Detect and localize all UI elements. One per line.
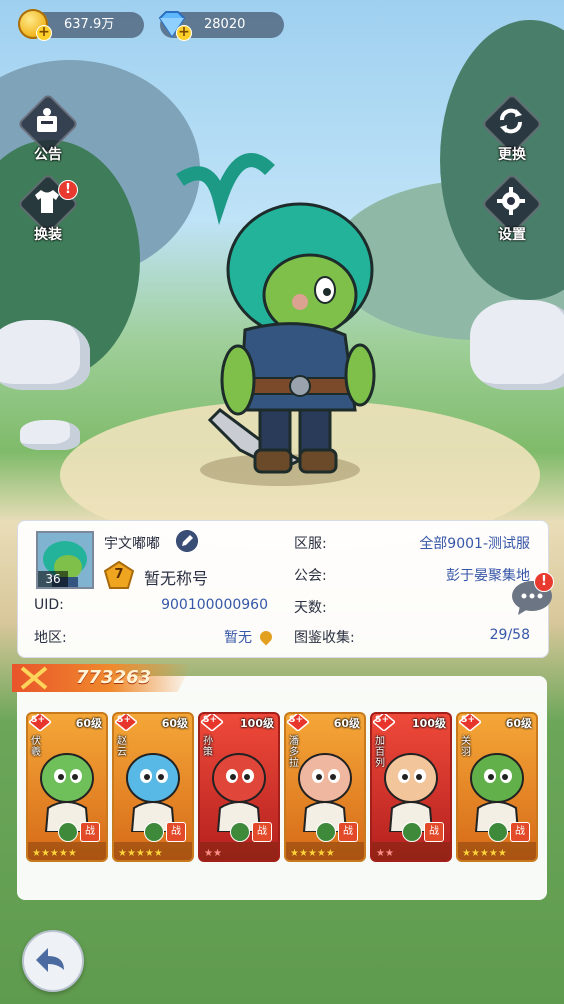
hero-level: 60级	[75, 717, 102, 730]
element-icon	[230, 822, 250, 842]
rarity-label: S+	[31, 715, 46, 725]
hero-card[interactable]: S+ 60级伏羲战 ★★★★★	[26, 712, 108, 862]
element-icon	[144, 822, 164, 842]
player-name: 宇文嘟嘟	[104, 536, 160, 552]
change-button[interactable]: 更换	[480, 92, 544, 164]
region-value: 暂无	[224, 630, 252, 646]
battle-badge: 战	[166, 822, 186, 842]
hero-level: 60级	[333, 717, 360, 730]
hero-card[interactable]: S+ 100级加百列战 ★★	[370, 712, 452, 862]
battle-badge: 战	[424, 822, 444, 842]
region-label: 地区:	[34, 630, 67, 646]
hero-card[interactable]: S+ 60级关羽战 ★★★★★	[456, 712, 538, 862]
codex-label: 图鉴收集:	[294, 630, 355, 646]
announcement-button[interactable]: 公告	[16, 92, 80, 164]
element-icon	[402, 822, 422, 842]
hero-stars: ★★	[204, 848, 222, 859]
dress-up-alert-badge: !	[58, 180, 78, 200]
server-label: 区服:	[294, 536, 327, 552]
hero-stars: ★★★★★	[290, 848, 335, 859]
change-label: 更换	[498, 147, 526, 163]
hero-level: 100级	[412, 717, 446, 730]
battle-badge: 战	[338, 822, 358, 842]
uid-value: 900100000960	[161, 597, 268, 613]
announcement-icon	[37, 108, 57, 132]
combat-power: 773263	[12, 664, 192, 692]
add-gems-icon[interactable]: +	[176, 25, 192, 41]
profile-screen: + 637.9万 + 28020 公告 ! 换装 更换 设置 36 宇文嘟嘟 7…	[0, 0, 564, 1004]
avatar[interactable]: 36	[36, 531, 94, 589]
gear-icon	[497, 187, 525, 215]
back-button[interactable]	[22, 930, 84, 992]
hero-card[interactable]: S+ 60级赵云战 ★★★★★	[112, 712, 194, 862]
edit-icon[interactable]	[176, 530, 198, 552]
hero-name: 关羽	[461, 736, 471, 758]
hero-stars: ★★★★★	[32, 848, 77, 859]
hero-stars: ★★	[376, 848, 394, 859]
battle-badge: 战	[252, 822, 272, 842]
player-character	[176, 153, 376, 486]
chat-button[interactable]: !	[510, 572, 554, 616]
settings-button[interactable]: 设置	[480, 172, 544, 244]
title-level: 7	[114, 567, 124, 582]
background-rock	[20, 420, 80, 450]
rarity-label: S+	[375, 715, 390, 725]
coin-counter[interactable]: + 637.9万	[18, 9, 144, 41]
hero-level: 60级	[505, 717, 532, 730]
crossed-swords-icon	[20, 666, 48, 690]
coin-amount: 637.9万	[64, 17, 115, 32]
element-icon	[488, 822, 508, 842]
hero-card[interactable]: S+ 60级潘多拉战 ★★★★★	[284, 712, 366, 862]
element-icon	[316, 822, 336, 842]
hero-name: 赵云	[117, 736, 127, 758]
hero-level: 100级	[240, 717, 274, 730]
server-value: 全部9001-测试服	[419, 536, 530, 552]
announcement-label: 公告	[34, 147, 62, 163]
codex-value: 29/58	[489, 627, 530, 643]
uid-label: UID:	[34, 597, 64, 613]
gem-counter[interactable]: + 28020	[158, 11, 284, 41]
background-rock	[0, 320, 90, 390]
battle-badge: 战	[80, 822, 100, 842]
back-arrow-icon	[36, 948, 64, 972]
battle-badge: 战	[510, 822, 530, 842]
hero-stars: ★★★★★	[462, 848, 507, 859]
rarity-label: S+	[203, 715, 218, 725]
rarity-label: S+	[461, 715, 476, 725]
refresh-icon	[500, 108, 522, 134]
add-coins-icon[interactable]: +	[36, 25, 52, 41]
rarity-label: S+	[289, 715, 304, 725]
avatar-level: 36	[38, 571, 68, 587]
days-label: 天数:	[294, 600, 327, 616]
rarity-label: S+	[117, 715, 132, 725]
chat-alert-badge: !	[534, 572, 554, 592]
player-title: 暂无称号	[144, 569, 209, 588]
dress-up-button[interactable]: ! 换装	[16, 172, 80, 244]
guild-label: 公会:	[294, 568, 327, 584]
gem-amount: 28020	[204, 17, 246, 32]
hero-stars: ★★★★★	[118, 848, 163, 859]
combat-power-value: 773263	[76, 667, 152, 688]
element-icon	[58, 822, 78, 842]
profile-info-panel: 36 宇文嘟嘟 7 暂无称号 UID: 900100000960 地区: 暂无 …	[17, 520, 549, 658]
settings-label: 设置	[498, 227, 526, 243]
hero-level: 60级	[161, 717, 188, 730]
hero-name: 孙策	[203, 736, 213, 758]
title-badge: 7	[103, 560, 135, 589]
hero-name: 加百列	[375, 736, 385, 769]
hero-name: 伏羲	[31, 736, 41, 758]
location-pin-icon[interactable]	[257, 628, 275, 646]
dress-up-label: 换装	[34, 227, 62, 243]
hero-card[interactable]: S+ 100级孙策战 ★★	[198, 712, 280, 862]
hero-name: 潘多拉	[289, 736, 299, 769]
background-rock	[470, 300, 564, 390]
